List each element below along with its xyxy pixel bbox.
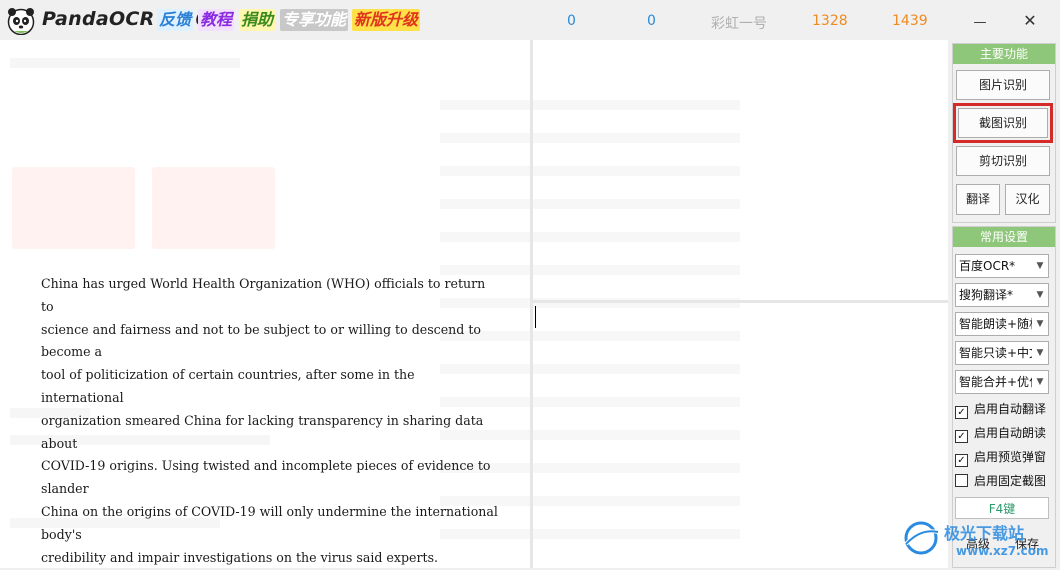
- ghost-card: [12, 167, 135, 249]
- ocr-engine-select[interactable]: 百度OCR* ▼: [955, 254, 1049, 278]
- auto-read-checkbox-row[interactable]: ✓ 启用自动朗读: [955, 424, 1047, 443]
- rainbow-label: 彩虹一号: [711, 16, 767, 32]
- upgrade-link[interactable]: 新版升级: [352, 9, 421, 31]
- ocr-engine-value: 百度OCR*: [959, 259, 1016, 273]
- column-divider[interactable]: [530, 40, 533, 568]
- fixed-screenshot-label: 启用固定截图: [974, 474, 1047, 488]
- settings-header: 常用设置: [953, 227, 1055, 247]
- merge-mode-select[interactable]: 智能合并+优化 ▼: [955, 370, 1049, 394]
- preview-popup-checkbox-row[interactable]: ✓ 启用预览弹窗: [955, 448, 1047, 467]
- fixed-screenshot-checkbox[interactable]: [955, 474, 968, 487]
- ghost-line: [10, 58, 240, 68]
- image-ocr-button[interactable]: 图片识别: [956, 70, 1050, 100]
- fixed-screenshot-checkbox-row[interactable]: 启用固定截图: [955, 472, 1046, 490]
- readonly-mode-select[interactable]: 智能只读+中文 ▼: [955, 341, 1049, 365]
- translate-engine-select[interactable]: 搜狗翻译* ▼: [955, 283, 1049, 307]
- panda-logo-icon: [7, 8, 35, 35]
- row-divider[interactable]: [533, 300, 948, 303]
- counter-4: 1439: [892, 13, 928, 29]
- auto-read-label: 启用自动朗读: [974, 426, 1047, 440]
- counter-1: 0: [567, 13, 576, 29]
- screenshot-ocr-button[interactable]: 截图识别: [953, 103, 1053, 143]
- exclusive-features-link[interactable]: 专享功能: [280, 9, 349, 31]
- localize-button[interactable]: 汉化: [1005, 184, 1050, 215]
- auto-translate-checkbox[interactable]: ✓: [955, 406, 968, 419]
- preview-popup-checkbox[interactable]: ✓: [955, 454, 968, 467]
- feedback-link[interactable]: 反馈: [157, 9, 194, 31]
- translate-button[interactable]: 翻译: [956, 184, 1000, 215]
- close-button[interactable]: ✕: [1015, 6, 1045, 36]
- read-mode-select[interactable]: 智能朗读+随机 ▼: [955, 312, 1049, 336]
- clip-ocr-button[interactable]: 剪切识别: [956, 146, 1050, 176]
- translate-engine-value: 搜狗翻译*: [959, 288, 1014, 302]
- ocr-text: China has urged World Health Organizatio…: [41, 276, 498, 565]
- close-icon: ✕: [1023, 11, 1037, 30]
- watermark-brand: 极光下载站: [944, 524, 1025, 543]
- tutorial-link[interactable]: 教程: [198, 9, 235, 31]
- chevron-down-icon: ▼: [1032, 371, 1048, 393]
- merge-mode-value: 智能合并+优化: [959, 375, 1042, 389]
- minimize-icon: —: [973, 15, 987, 30]
- ocr-result-area[interactable]: China has urged World Health Organizatio…: [0, 40, 948, 568]
- auto-read-checkbox[interactable]: ✓: [955, 430, 968, 443]
- read-mode-value: 智能朗读+随机: [959, 317, 1042, 331]
- preview-popup-label: 启用预览弹窗: [974, 450, 1047, 464]
- main-functions-header: 主要功能: [953, 44, 1055, 64]
- donate-link[interactable]: 捐助: [239, 9, 276, 31]
- chevron-down-icon: ▼: [1032, 313, 1048, 335]
- control-panel: 主要功能 图片识别 截图识别 剪切识别 翻译 汉化 常用设置 百度OCR* ▼ …: [950, 40, 1060, 570]
- ghost-card: [152, 167, 275, 249]
- auto-translate-checkbox-row[interactable]: ✓ 启用自动翻译: [955, 400, 1047, 419]
- counter-2: 0: [647, 13, 656, 29]
- watermark: 极光下载站 www.xz7.com: [900, 516, 1050, 566]
- counter-3: 1328: [812, 13, 848, 29]
- title-bar: PandaOCR v2.6 反馈 教程 捐助 专享功能 新版升级 0 0 彩虹一…: [0, 0, 1060, 40]
- chevron-down-icon: ▼: [1032, 284, 1048, 306]
- auto-translate-label: 启用自动翻译: [974, 402, 1047, 416]
- watermark-logo-icon: [904, 521, 939, 555]
- minimize-button[interactable]: —: [965, 6, 995, 36]
- chevron-down-icon: ▼: [1032, 255, 1048, 277]
- readonly-mode-value: 智能只读+中文: [959, 346, 1042, 360]
- chevron-down-icon: ▼: [1032, 342, 1048, 364]
- text-caret: [535, 306, 536, 328]
- watermark-url: www.xz7.com: [956, 544, 1049, 558]
